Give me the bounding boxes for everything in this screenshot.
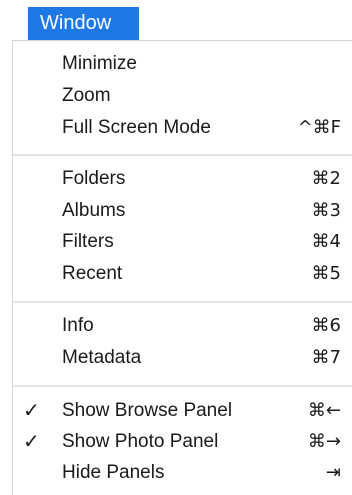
menu-item-label: Full Screen Mode (62, 117, 211, 138)
menu-item-shortcut: ⌘4 (311, 231, 341, 252)
menu-item-albums[interactable]: Albums ⌘3 (13, 196, 352, 226)
menu-separator (13, 385, 352, 387)
window-menu: Minimize Zoom Full Screen Mode ^⌘F Folde… (12, 40, 352, 495)
menu-item-full-screen-mode[interactable]: Full Screen Mode ^⌘F (13, 113, 352, 143)
menu-separator (13, 154, 352, 156)
menu-item-label: Recent (62, 263, 123, 284)
menu-item-label: Info (62, 315, 94, 336)
menu-item-shortcut: ⇥ (325, 462, 341, 483)
menu-item-label: Show Browse Panel (62, 400, 233, 421)
menu-item-folders[interactable]: Folders ⌘2 (13, 164, 352, 194)
menu-item-label: Filters (62, 231, 114, 252)
menu-item-show-browse-panel[interactable]: ✓ Show Browse Panel ⌘← (13, 396, 352, 426)
menu-item-label: Folders (62, 168, 126, 189)
menu-item-label: Albums (62, 200, 126, 221)
menu-separator (13, 301, 352, 303)
menu-item-metadata[interactable]: Metadata ⌘7 (13, 343, 352, 373)
menu-item-shortcut: ⌘5 (311, 263, 341, 284)
menu-item-label: Hide Panels (62, 462, 165, 483)
menu-item-label: Show Photo Panel (62, 431, 219, 452)
menu-item-shortcut: ⌘← (307, 400, 341, 421)
menu-item-label: Zoom (62, 85, 111, 106)
menu-item-hide-panels[interactable]: Hide Panels ⇥ (13, 458, 352, 488)
menu-item-shortcut: ⌘2 (311, 168, 341, 189)
menu-item-label: Metadata (62, 347, 142, 368)
menu-item-shortcut: ⌘→ (307, 431, 341, 452)
menu-item-label: Minimize (62, 53, 137, 74)
menu-item-minimize[interactable]: Minimize (13, 49, 352, 79)
menu-item-filters[interactable]: Filters ⌘4 (13, 227, 352, 257)
menu-item-info[interactable]: Info ⌘6 (13, 311, 352, 341)
menu-item-shortcut: ⌘6 (311, 315, 341, 336)
checkmark-icon: ✓ (23, 400, 40, 422)
menu-item-zoom[interactable]: Zoom (13, 81, 352, 111)
menu-item-recent[interactable]: Recent ⌘5 (13, 259, 352, 289)
menu-item-shortcut: ⌘7 (311, 347, 341, 368)
menu-item-shortcut: ⌘3 (311, 200, 341, 221)
menu-item-shortcut: ^⌘F (297, 117, 341, 138)
menu-item-show-photo-panel[interactable]: ✓ Show Photo Panel ⌘→ (13, 427, 352, 457)
checkmark-icon: ✓ (23, 431, 40, 453)
menubar-window-title[interactable]: Window (28, 7, 139, 40)
